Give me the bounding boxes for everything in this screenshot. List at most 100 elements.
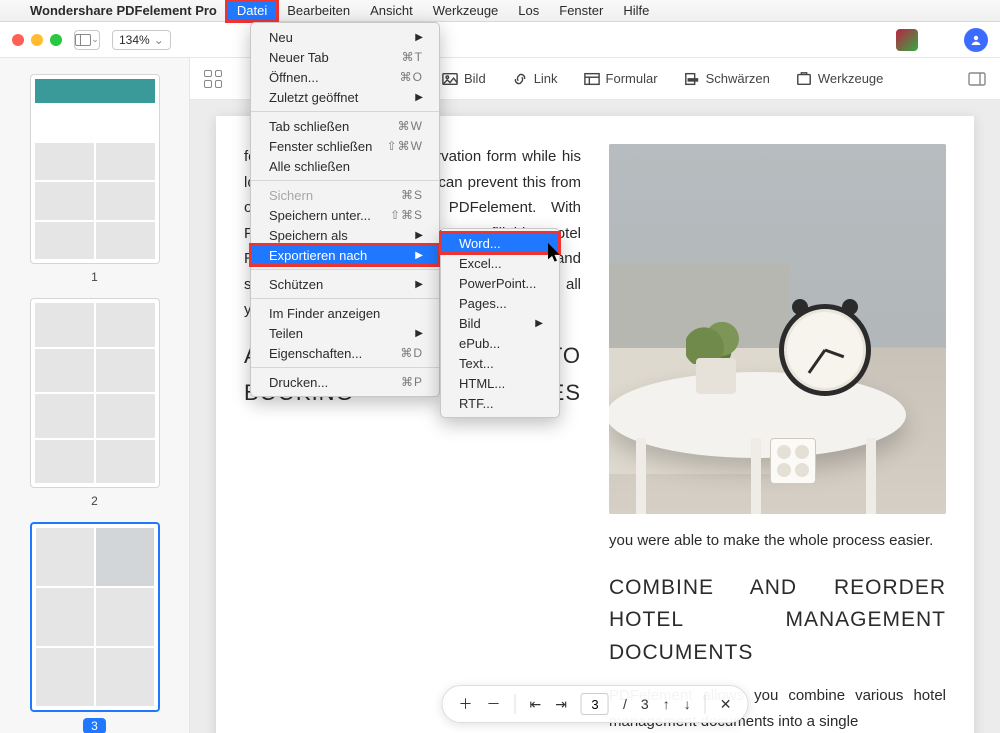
menu-item-label: Bild [459, 316, 481, 331]
form-icon [584, 71, 600, 87]
next-page-icon[interactable]: ↓ [684, 696, 691, 712]
submenu-item[interactable]: ePub... [441, 333, 559, 353]
menu-item-label: Exportieren nach [269, 248, 367, 263]
submenu-arrow-icon: ▶ [415, 328, 423, 339]
prev-page-icon[interactable]: ↑ [663, 696, 670, 712]
minimize-window-icon[interactable] [31, 34, 43, 46]
toolbar-formular[interactable]: Formular [580, 67, 662, 91]
menu-item-label: Öffnen... [269, 70, 319, 85]
menu-datei[interactable]: Datei [227, 0, 277, 21]
page-thumbnail-2[interactable] [30, 298, 160, 488]
page-thumbnail-3[interactable] [30, 522, 160, 712]
submenu-item[interactable]: RTF... [441, 393, 559, 413]
menu-hilfe[interactable]: Hilfe [613, 0, 659, 21]
menu-item[interactable]: Speichern unter...⇧⌘S [251, 205, 439, 225]
shortcut-label: ⇧⌘S [390, 208, 423, 222]
toolbar-label: Formular [606, 71, 658, 86]
submenu-item[interactable]: Word... [441, 233, 559, 253]
thumb-label-selected: 3 [83, 718, 106, 733]
page-sep: / [623, 696, 627, 712]
zoom-selector[interactable]: 134% ⌄ [112, 30, 171, 50]
chevron-down-icon: ⌄ [154, 33, 164, 47]
zoom-in-icon[interactable]: ＋ [459, 694, 473, 714]
first-page-icon[interactable]: ⇤ [530, 696, 542, 713]
menu-item-label: Schützen [269, 277, 323, 292]
app-name: Wondershare PDFelement Pro [20, 3, 227, 18]
menu-bearbeiten[interactable]: Bearbeiten [277, 0, 360, 21]
mouse-cursor-icon [548, 243, 562, 261]
last-page-icon[interactable]: ⇥ [555, 696, 567, 713]
menu-item[interactable]: Zuletzt geöffnet ▶ [251, 87, 439, 107]
zoom-window-icon[interactable] [50, 34, 62, 46]
menu-item[interactable]: Neu▶ [251, 27, 439, 47]
section-heading: COMBINE AND REORDER HOTEL MANAGEMENT DOC… [609, 572, 946, 670]
shortcut-label: ⇧⌘W [387, 139, 423, 153]
submenu-item[interactable]: Excel... [441, 253, 559, 273]
menu-item-label: Eigenschaften... [269, 346, 362, 361]
exportieren-submenu: Word...Excel... PowerPoint... Pages... Bild… [440, 228, 560, 418]
traffic-lights [12, 34, 62, 46]
menu-item-label: Text... [459, 356, 494, 371]
grid-view-icon[interactable] [204, 70, 222, 88]
redact-icon [684, 71, 700, 87]
menu-los[interactable]: Los [508, 0, 549, 21]
mac-menubar: Wondershare PDFelement Pro Datei Bearbei… [0, 0, 1000, 22]
menu-item[interactable]: Exportieren nach▶ [251, 245, 439, 265]
menu-item-label: Pages... [459, 296, 507, 311]
menu-item-label: Teilen [269, 326, 303, 341]
menu-item[interactable]: Eigenschaften...⌘D [251, 343, 439, 363]
menu-item[interactable]: Im Finder anzeigen [251, 303, 439, 323]
image-icon [442, 71, 458, 87]
chevron-down-icon: ⌄ [91, 34, 99, 45]
submenu-arrow-icon: ▶ [415, 32, 423, 43]
shortcut-label: ⌘W [398, 119, 423, 133]
sidebar-toggle-button[interactable]: ⌄ [74, 30, 100, 50]
menu-item-label: Drucken... [269, 375, 328, 390]
menu-item-label: Fenster schließen [269, 139, 372, 154]
toolbar-bild[interactable]: Bild [438, 67, 490, 91]
datei-menu: Neu▶Neuer Tab⌘T Öffnen... ⌘O Zuletzt geöffn… [250, 22, 440, 397]
toolbar-label: Werkzeuge [818, 71, 884, 86]
menu-item-label: Zuletzt geöffnet [269, 90, 358, 105]
menu-fenster[interactable]: Fenster [549, 0, 613, 21]
account-avatar[interactable] [964, 28, 988, 52]
shortcut-label: ⌘S [401, 188, 423, 202]
menu-item[interactable]: Fenster schließen ⇧⌘W [251, 136, 439, 156]
menu-item[interactable]: Teilen ▶ [251, 323, 439, 343]
menu-item-label: Im Finder anzeigen [269, 306, 380, 321]
menu-item[interactable]: Speichern als▶ [251, 225, 439, 245]
submenu-item[interactable]: Text... [441, 353, 559, 373]
submenu-item[interactable]: Bild ▶ [441, 313, 559, 333]
page-total: 3 [641, 696, 649, 712]
zoom-value: 134% [119, 33, 150, 47]
user-photo-icon[interactable] [896, 29, 918, 51]
submenu-item[interactable]: Pages... [441, 293, 559, 313]
submenu-arrow-icon: ▶ [415, 279, 423, 290]
menu-item[interactable]: Öffnen... ⌘O [251, 67, 439, 87]
toolbar-link[interactable]: Link [508, 67, 562, 91]
menu-item-label: Speichern als [269, 228, 348, 243]
toolbar-schwaerzen[interactable]: Schwärzen [680, 67, 774, 91]
menu-item[interactable]: Alle schließen [251, 156, 439, 176]
submenu-arrow-icon: ▶ [535, 318, 543, 329]
menu-item[interactable]: Tab schließen⌘W [251, 116, 439, 136]
page-thumbnail-1[interactable] [30, 74, 160, 264]
close-window-icon[interactable] [12, 34, 24, 46]
toolbar-werkzeuge[interactable]: Werkzeuge [792, 67, 888, 91]
menu-item-label: Neuer Tab [269, 50, 329, 65]
close-icon[interactable]: ✕ [720, 696, 732, 713]
menu-item[interactable]: Schützen ▶ [251, 274, 439, 294]
menu-ansicht[interactable]: Ansicht [360, 0, 423, 21]
zoom-out-icon[interactable]: － [487, 694, 501, 714]
shortcut-label: ⌘O [400, 70, 423, 84]
submenu-item[interactable]: PowerPoint... [441, 273, 559, 293]
menu-werkzeuge[interactable]: Werkzeuge [423, 0, 509, 21]
menu-item-label: PowerPoint... [459, 276, 536, 291]
menu-item-label: Sichern [269, 188, 313, 203]
menu-item[interactable]: Drucken...⌘P [251, 372, 439, 392]
submenu-item[interactable]: HTML... [441, 373, 559, 393]
menu-item[interactable]: Neuer Tab⌘T [251, 47, 439, 67]
page-number-input[interactable] [581, 693, 609, 715]
submenu-arrow-icon: ▶ [415, 92, 423, 103]
panel-toggle-icon[interactable] [968, 72, 986, 86]
